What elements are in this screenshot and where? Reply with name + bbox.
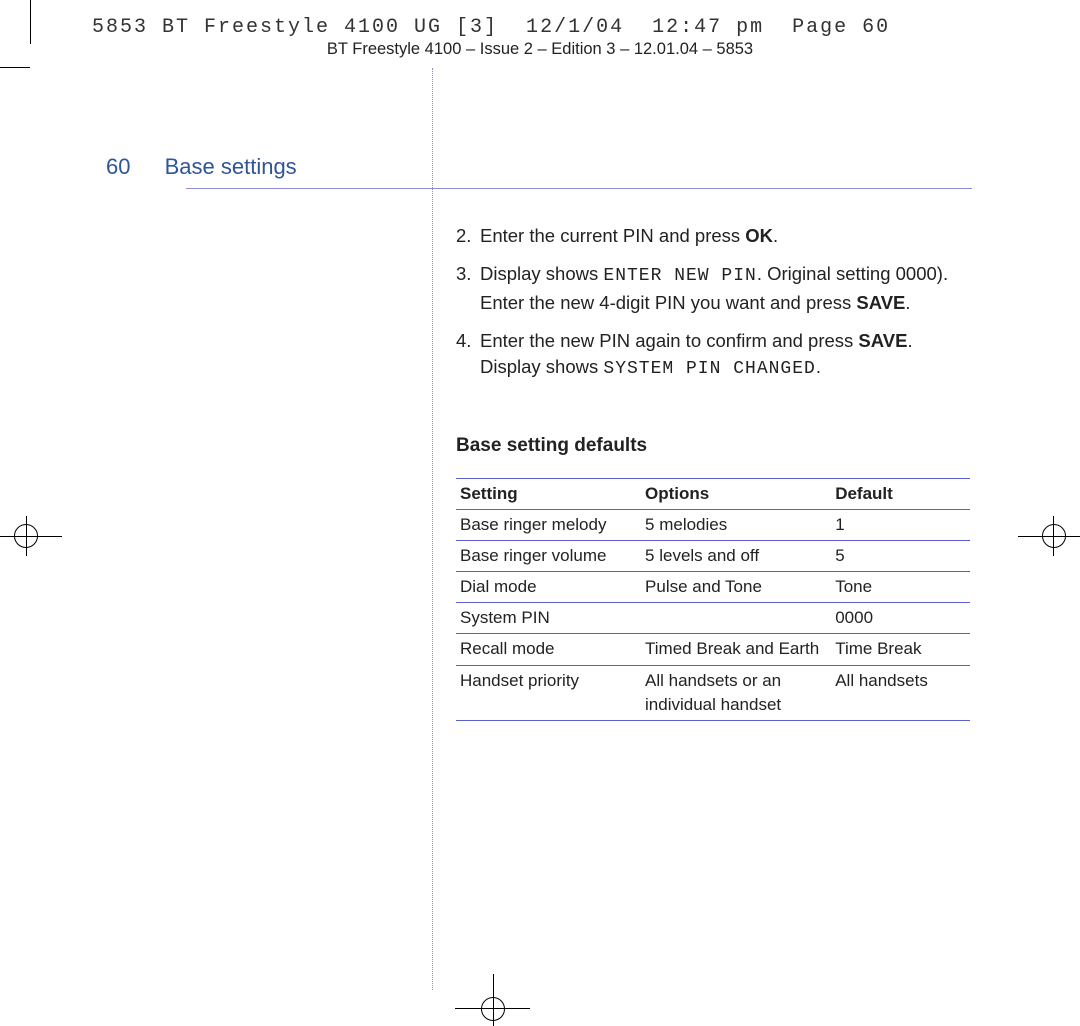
page-header: 60 Base settings (106, 154, 297, 180)
step-2: 2. Enter the current PIN and press OK. (456, 223, 970, 249)
step-number: 3. (456, 261, 471, 287)
step-text: . (773, 225, 778, 246)
defaults-table: Setting Options Default Base ringer melo… (456, 478, 970, 721)
cell-default: All handsets (831, 665, 970, 720)
table-row: Recall mode Timed Break and Earth Time B… (456, 634, 970, 665)
print-slug-line: 5853 BT Freestyle 4100 UG [3] 12/1/04 12… (92, 16, 890, 39)
col-header-setting: Setting (456, 478, 641, 509)
table-row: Handset priority All handsets or an indi… (456, 665, 970, 720)
cell-options: 5 levels and off (641, 541, 831, 572)
table-row: Base ringer volume 5 levels and off 5 (456, 541, 970, 572)
cell-setting: Handset priority (456, 665, 641, 720)
step-number: 2. (456, 223, 471, 249)
step-3: 3. Display shows ENTER NEW PIN. Original… (456, 261, 970, 316)
issue-edition-line: BT Freestyle 4100 – Issue 2 – Edition 3 … (0, 40, 1080, 59)
crop-mark (0, 67, 30, 68)
key-label: SAVE (858, 330, 907, 351)
step-text: . (905, 292, 910, 313)
column-divider (432, 68, 433, 990)
key-label: OK (745, 225, 773, 246)
display-text: SYSTEM PIN CHANGED (603, 359, 815, 379)
section-title: Base settings (165, 154, 297, 179)
step-4: 4. Enter the new PIN again to confirm an… (456, 328, 970, 383)
heading-rule (186, 188, 972, 189)
step-text: Enter the current PIN and press (480, 225, 745, 246)
step-number: 4. (456, 328, 471, 354)
table-row: Dial mode Pulse and Tone Tone (456, 572, 970, 603)
table-row: Base ringer melody 5 melodies 1 (456, 509, 970, 540)
cell-setting: Base ringer volume (456, 541, 641, 572)
cell-options: 5 melodies (641, 509, 831, 540)
cell-setting: System PIN (456, 603, 641, 634)
cell-default: Time Break (831, 634, 970, 665)
display-text: ENTER NEW PIN (603, 266, 756, 286)
body-content: 2. Enter the current PIN and press OK. 3… (456, 223, 970, 721)
cell-default: 5 (831, 541, 970, 572)
cell-options (641, 603, 831, 634)
cell-default: 1 (831, 509, 970, 540)
registration-mark-icon (0, 524, 62, 548)
step-text: . (816, 356, 821, 377)
cell-setting: Base ringer melody (456, 509, 641, 540)
registration-mark-icon (481, 997, 505, 1021)
step-text: Enter the new PIN again to confirm and p… (480, 330, 858, 351)
cell-options: Pulse and Tone (641, 572, 831, 603)
key-label: SAVE (856, 292, 905, 313)
page-number: 60 (106, 154, 130, 179)
col-header-default: Default (831, 478, 970, 509)
crop-mark (30, 0, 31, 44)
registration-mark-icon (1018, 524, 1080, 548)
cell-setting: Dial mode (456, 572, 641, 603)
cell-options: Timed Break and Earth (641, 634, 831, 665)
table-row: System PIN 0000 (456, 603, 970, 634)
defaults-heading: Base setting defaults (456, 433, 970, 460)
cell-setting: Recall mode (456, 634, 641, 665)
cell-default: 0000 (831, 603, 970, 634)
col-header-options: Options (641, 478, 831, 509)
cell-default: Tone (831, 572, 970, 603)
cell-options: All handsets or an individual handset (641, 665, 831, 720)
step-text: Display shows (480, 263, 603, 284)
